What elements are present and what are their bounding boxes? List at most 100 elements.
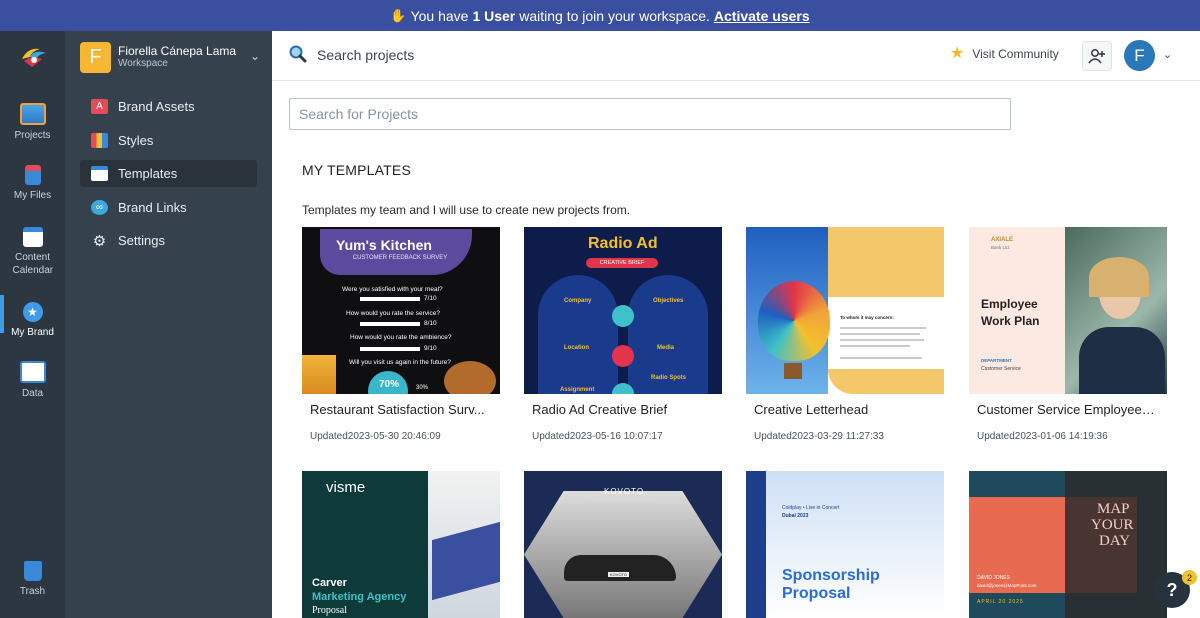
thumb-text: CREATIVE BRIEF <box>586 258 658 268</box>
brand-icon: ★ <box>22 302 43 322</box>
thumb-text: Marketing Agency <box>312 591 407 603</box>
template-thumbnail[interactable]: Radio Ad CREATIVE BRIEF Company Objectiv… <box>524 227 722 394</box>
search-projects-label[interactable]: Search projects <box>317 47 414 63</box>
thumb-text: visme <box>326 479 366 496</box>
thumb-text: Will you visit us again in the future? <box>349 359 451 366</box>
top-header: Search projects ★ Visit Community F ⌄ <box>272 31 1200 81</box>
thumb-text: AXIALE <box>991 237 1014 243</box>
template-thumbnail[interactable]: visme Carver Marketing Agency Proposal <box>302 471 500 618</box>
star-icon: ★ <box>950 45 965 62</box>
template-card[interactable]: Coldplay • Live in Concert Dubai 2023 Sp… <box>746 471 944 618</box>
thumb-text: Coldplay • Live in Concert <box>782 505 840 511</box>
gear-icon: ⚙ <box>92 232 107 250</box>
thumb-text: 7/10 <box>424 295 437 302</box>
menu-item-brand-assets[interactable]: A Brand Assets <box>80 93 257 120</box>
workspace-switcher[interactable]: F Fiorella Cánepa Lama Workspace ⌄ <box>80 41 260 73</box>
rail-item-trash[interactable]: Trash <box>0 561 65 598</box>
thumb-text: Building Cars of Your Dreams <box>590 497 656 503</box>
visme-logo-icon[interactable] <box>20 45 48 69</box>
thumb-text: Carver <box>312 577 347 589</box>
menu-item-templates[interactable]: Templates <box>80 160 257 187</box>
thumb-text: Company <box>564 298 592 304</box>
section-description: Templates my team and I will use to crea… <box>302 203 631 217</box>
template-card[interactable]: MAP YOUR DAY DAVID JONES david@jones@Map… <box>969 471 1167 618</box>
thumb-text: Proposal <box>312 605 347 616</box>
thumb-text: How would you rate the service? <box>346 310 440 317</box>
rail-item-my-brand[interactable]: ★ My Brand <box>0 302 65 339</box>
thumb-text: 8/10 <box>424 320 437 327</box>
banner-suffix: waiting to join your workspace. <box>519 7 710 24</box>
template-card[interactable]: AXIALE Bank Ltd. Employee Work Plan DEPA… <box>969 227 1167 442</box>
thumb-text: How would you rate the ambience? <box>350 334 452 341</box>
thumb-text: Sponsorship <box>782 567 880 584</box>
link-icon: ∞ <box>91 199 108 215</box>
thumb-text: Objectives <box>653 298 684 304</box>
workspace-label: Workspace <box>118 58 168 69</box>
template-thumbnail[interactable]: MAP YOUR DAY DAVID JONES david@jones@Map… <box>969 471 1167 618</box>
notification-badge: 2 <box>1182 570 1197 585</box>
trash-icon <box>23 561 42 581</box>
brand-menu: A Brand Assets Styles Templates ∞ Brand … <box>80 93 257 261</box>
thumb-text: Dubai 2023 <box>782 513 809 519</box>
brand-sidebar: F Fiorella Cánepa Lama Workspace ⌄ A Bra… <box>65 31 272 618</box>
thumb-text: Bank Ltd. <box>991 245 1011 250</box>
visit-community-link[interactable]: ★ Visit Community <box>950 46 1059 62</box>
thumb-text: MAP <box>1097 501 1130 517</box>
template-title[interactable]: Radio Ad Creative Brief <box>524 402 710 417</box>
add-user-button[interactable] <box>1082 41 1112 71</box>
rail-item-my-files[interactable]: My Files <box>0 165 65 202</box>
thumb-text: DAY <box>1099 533 1131 549</box>
banner-prefix: You have <box>410 7 469 24</box>
template-thumbnail[interactable]: AXIALE Bank Ltd. Employee Work Plan DEPA… <box>969 227 1167 394</box>
user-avatar[interactable]: F <box>1124 40 1155 71</box>
menu-item-styles[interactable]: Styles <box>80 127 257 154</box>
template-card[interactable]: KOVOTO Building Cars of Your Dreams KOVO… <box>524 471 722 618</box>
menu-item-settings[interactable]: ⚙ Settings <box>80 227 257 254</box>
thumb-text: Media <box>657 345 675 351</box>
thumb-text: Location <box>564 345 589 351</box>
styles-icon <box>91 132 108 148</box>
template-card[interactable]: Yum's Kitchen CUSTOMER FEEDBACK SURVEY W… <box>302 227 500 442</box>
rail-item-data[interactable]: Data <box>0 361 65 400</box>
template-updated: Updated2023-05-16 10:07:17 <box>532 431 663 442</box>
menu-item-brand-links[interactable]: ∞ Brand Links <box>80 194 257 221</box>
template-card[interactable]: Radio Ad CREATIVE BRIEF Company Objectiv… <box>524 227 722 442</box>
template-thumbnail[interactable]: KOVOTO Building Cars of Your Dreams KOVO… <box>524 471 722 618</box>
workspace-avatar: F <box>80 41 111 73</box>
top-banner: ✋ You have 1 User waiting to join your w… <box>0 0 1200 31</box>
thumb-text: Work Plan <box>981 314 1040 328</box>
template-title[interactable]: Creative Letterhead <box>746 402 932 417</box>
search-icon <box>289 45 307 63</box>
template-title[interactable]: Customer Service Employee ... <box>969 402 1155 417</box>
brand-assets-icon: A <box>91 99 108 114</box>
template-thumbnail[interactable]: To whom it may concern: <box>746 227 944 394</box>
thumb-text: KOVOTO <box>608 572 630 577</box>
chevron-down-icon: ⌄ <box>249 49 260 63</box>
template-title[interactable]: Restaurant Satisfaction Surv... <box>302 402 488 417</box>
calendar-icon <box>22 227 43 247</box>
icon-rail: Projects My Files Content Calendar ★ My … <box>0 31 65 618</box>
rail-item-content-calendar[interactable]: Content Calendar <box>0 227 65 277</box>
thumb-text: david@jones@MapPoint.com <box>977 583 1037 588</box>
workspace-name: Fiorella Cánepa Lama <box>118 44 237 58</box>
search-input[interactable] <box>289 98 1011 130</box>
template-thumbnail[interactable]: Yum's Kitchen CUSTOMER FEEDBACK SURVEY W… <box>302 227 500 394</box>
thumb-text: DAVID JONES <box>977 575 1010 581</box>
thumb-text: Proposal <box>782 585 851 602</box>
thumb-text: Yum's Kitchen <box>336 237 432 253</box>
templates-icon <box>91 166 108 181</box>
thumb-text: Assignment <box>560 387 595 393</box>
rail-item-projects[interactable]: Projects <box>0 103 65 142</box>
data-icon <box>19 361 46 383</box>
template-card[interactable]: To whom it may concern: Creative Letterh… <box>746 227 944 442</box>
banner-count: 1 User <box>472 7 516 24</box>
files-icon <box>24 165 41 185</box>
template-card[interactable]: visme Carver Marketing Agency Proposal <box>302 471 500 618</box>
chevron-down-icon[interactable]: ⌄ <box>1163 48 1172 61</box>
template-thumbnail[interactable]: Coldplay • Live in Concert Dubai 2023 Sp… <box>746 471 944 618</box>
thumb-text: Radio Spots <box>651 375 687 381</box>
activate-users-link[interactable]: Activate users <box>714 8 810 24</box>
add-user-icon <box>1088 49 1105 64</box>
template-updated: Updated2023-05-30 20:46:09 <box>310 431 441 442</box>
template-updated: Updated2023-01-06 14:19:36 <box>977 431 1108 442</box>
